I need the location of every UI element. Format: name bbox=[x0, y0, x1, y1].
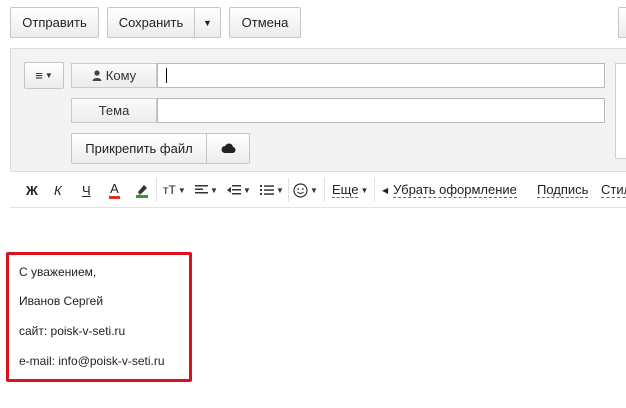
top-action-bar: Отправить Сохранить ▼ Отмена bbox=[0, 0, 626, 44]
subject-label: Тема bbox=[98, 103, 130, 118]
person-icon bbox=[92, 70, 102, 81]
signature-button[interactable]: Подпись bbox=[537, 180, 589, 200]
style-label: Стил bbox=[601, 182, 626, 198]
attach-file-label: Прикрепить файл bbox=[85, 141, 193, 156]
underline-label: Ч bbox=[82, 182, 91, 198]
subject-input[interactable] bbox=[157, 98, 605, 123]
side-panel-cut bbox=[615, 63, 626, 159]
save-button-label: Сохранить bbox=[118, 15, 184, 30]
signature-label: Подпись bbox=[537, 181, 589, 198]
style-button[interactable]: Стил bbox=[601, 180, 626, 200]
compose-menu-button[interactable]: ≡ ▼ bbox=[24, 62, 64, 89]
text-cursor bbox=[166, 68, 167, 83]
save-options-button[interactable]: ▼ bbox=[194, 7, 221, 38]
text-color-button[interactable]: А bbox=[109, 180, 120, 200]
to-label: Кому bbox=[105, 68, 137, 83]
chevron-down-icon: ▼ bbox=[310, 185, 318, 195]
extra-button-cut[interactable] bbox=[618, 7, 626, 38]
chevron-down-icon: ▼ bbox=[210, 185, 218, 195]
cancel-button[interactable]: Отмена bbox=[229, 7, 301, 38]
toolbar-separator bbox=[374, 178, 375, 202]
text-color-label: А bbox=[110, 180, 119, 196]
highlighter-icon bbox=[136, 185, 148, 198]
signature-line-site: сайт: poisk-v-seti.ru bbox=[19, 324, 126, 338]
compose-header: ≡ ▼ Кому Тема Прикрепить файл bbox=[10, 48, 626, 172]
subject-label-box: Тема bbox=[71, 98, 157, 123]
signature-line-greeting: С уважением, bbox=[19, 265, 97, 279]
bold-label: Ж bbox=[26, 182, 38, 198]
chevron-down-icon: ▼ bbox=[243, 185, 251, 195]
bold-button[interactable]: Ж bbox=[26, 180, 38, 200]
formatting-toolbar: Ж К Ч А тТ ▼ ▼ ▼ ▼ ▼ Еще ▼ ◀ Убрать офор… bbox=[10, 172, 626, 208]
align-left-icon bbox=[195, 185, 208, 194]
indent-button[interactable]: ▼ bbox=[227, 180, 251, 200]
attach-file-button[interactable]: Прикрепить файл bbox=[71, 133, 207, 164]
font-size-button[interactable]: тТ ▼ bbox=[163, 180, 186, 200]
to-label-button[interactable]: Кому bbox=[71, 63, 157, 88]
chevron-down-icon: ▼ bbox=[203, 17, 212, 28]
highlight-button[interactable] bbox=[134, 180, 150, 200]
list-button[interactable]: ▼ bbox=[260, 180, 284, 200]
more-button[interactable]: Еще ▼ bbox=[332, 180, 368, 200]
font-size-label: тТ bbox=[163, 183, 176, 197]
emoji-button[interactable]: ▼ bbox=[293, 180, 318, 200]
menu-icon: ≡ bbox=[35, 68, 43, 83]
align-button[interactable]: ▼ bbox=[195, 180, 218, 200]
indent-icon bbox=[227, 185, 241, 195]
more-label: Еще bbox=[332, 181, 359, 198]
text-color-bar bbox=[109, 195, 120, 199]
signature-line-email: e-mail: info@poisk-v-seti.ru bbox=[19, 354, 165, 368]
cloud-attach-button[interactable] bbox=[206, 133, 250, 164]
underline-button[interactable]: Ч bbox=[82, 180, 91, 200]
cloud-icon bbox=[221, 143, 236, 153]
toolbar-separator bbox=[156, 178, 157, 202]
chevron-left-icon: ◀ bbox=[382, 185, 389, 195]
save-button[interactable]: Сохранить bbox=[107, 7, 195, 38]
smiley-icon bbox=[293, 182, 308, 198]
signature-line-name: Иванов Сергей bbox=[19, 294, 104, 308]
clear-format-button[interactable]: ◀ Убрать оформление bbox=[382, 180, 517, 200]
signature-highlight-box: С уважением, Иванов Сергей сайт: poisk-v… bbox=[6, 252, 192, 382]
numbered-list-icon bbox=[260, 185, 274, 195]
chevron-down-icon: ▼ bbox=[44, 71, 53, 80]
send-button[interactable]: Отправить bbox=[10, 7, 99, 38]
to-input[interactable] bbox=[157, 63, 605, 88]
italic-button[interactable]: К bbox=[54, 180, 62, 200]
clear-format-label: Убрать оформление bbox=[393, 181, 517, 198]
cancel-button-label: Отмена bbox=[241, 15, 289, 30]
chevron-down-icon: ▼ bbox=[276, 185, 284, 195]
chevron-down-icon: ▼ bbox=[177, 185, 186, 195]
send-button-label: Отправить bbox=[22, 15, 87, 30]
italic-label: К bbox=[54, 182, 62, 198]
toolbar-separator bbox=[324, 178, 325, 202]
chevron-down-icon: ▼ bbox=[360, 185, 369, 195]
toolbar-separator bbox=[288, 178, 289, 202]
